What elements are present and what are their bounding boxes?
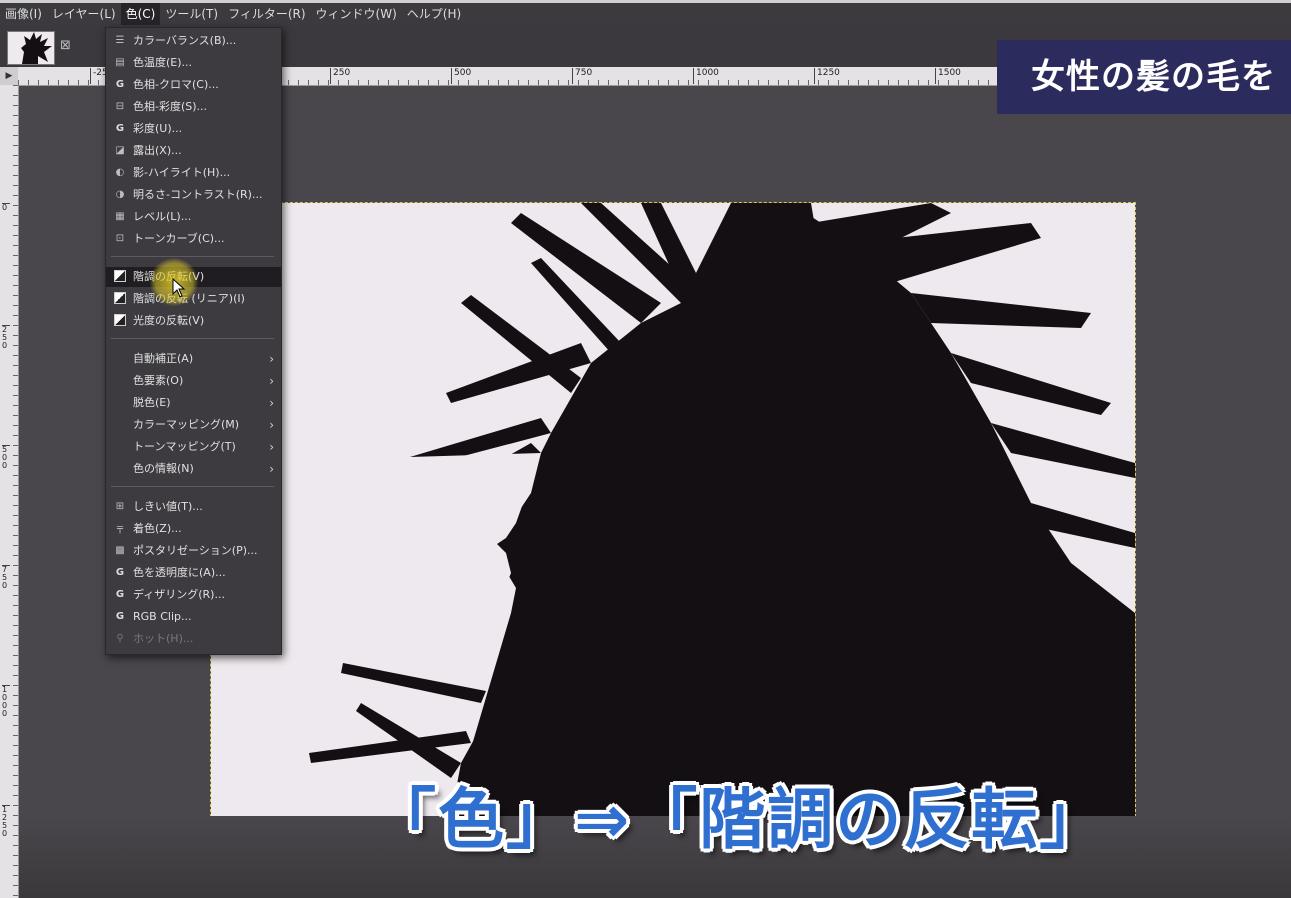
levels-icon: ▦ <box>115 211 125 222</box>
menu-item-color-mapping[interactable]: カラーマッピング(M) › <box>106 415 281 435</box>
title-banner: 女性の髪の毛を <box>997 40 1291 114</box>
contrast-icon: ◑ <box>115 189 125 200</box>
hair-silhouette <box>211 203 1135 816</box>
ruler-label: 750 <box>572 68 592 84</box>
menu-item-tone-mapping[interactable]: トーンマッピング(T) › <box>106 437 281 457</box>
gegl-icon: G <box>115 611 125 622</box>
ruler-label: 500 <box>2 445 10 470</box>
menu-separator <box>111 338 274 339</box>
menu-item-brightness-contrast[interactable]: ◑ 明るさ-コントラスト(R)... <box>106 185 281 205</box>
menu-item-hue-saturation[interactable]: ⊟ 色相-彩度(S)... <box>106 97 281 117</box>
menu-item-auto[interactable]: 自動補正(A) › <box>106 349 281 369</box>
menu-separator <box>111 256 274 257</box>
menu-tools[interactable]: ツール(T) <box>160 3 223 25</box>
ruler-label: 0 <box>2 203 10 212</box>
posterize-icon: ▩ <box>115 545 125 556</box>
tab-close-icon[interactable]: ⊠ <box>60 38 71 53</box>
menu-separator <box>111 486 274 487</box>
chevron-right-icon: › <box>269 374 274 388</box>
menu-item-exposure[interactable]: ◪ 露出(X)... <box>106 141 281 161</box>
ruler-label: 750 <box>2 565 10 590</box>
menu-item-components[interactable]: 色要素(O) › <box>106 371 281 391</box>
menu-item-curves[interactable]: ⊡ トーンカーブ(C)... <box>106 229 281 249</box>
ruler-label: 1000 <box>693 68 719 84</box>
image-tab-thumbnail[interactable] <box>7 31 55 65</box>
menu-image[interactable]: 画像(I) <box>0 3 47 25</box>
shadow-icon: ◐ <box>115 167 125 178</box>
menu-item-posterize[interactable]: ▩ ポスタリゼーション(P)... <box>106 541 281 561</box>
chevron-right-icon: › <box>269 462 274 476</box>
hue-saturation-icon: ⊟ <box>115 101 125 112</box>
menu-item-desaturate[interactable]: 脱色(E) › <box>106 393 281 413</box>
menu-item-rgb-clip[interactable]: G RGB Clip... <box>106 607 281 627</box>
menu-item-saturation[interactable]: G 彩度(U)... <box>106 119 281 139</box>
ruler-label: 1000 <box>2 685 10 718</box>
caption-overlay: 「色」⇒「階調の反転」 <box>370 781 1108 858</box>
ruler-label: 1250 <box>814 68 840 84</box>
chevron-right-icon: › <box>269 352 274 366</box>
menu-item-color-temperature[interactable]: ▤ 色温度(E)... <box>106 53 281 73</box>
gegl-icon: G <box>115 567 125 578</box>
menu-windows[interactable]: ウィンドウ(W) <box>311 3 402 25</box>
invert-icon <box>113 292 127 306</box>
chevron-right-icon: › <box>269 396 274 410</box>
menu-item-colorize[interactable]: ╤ 着色(Z)... <box>106 519 281 539</box>
menu-filters[interactable]: フィルター(R) <box>223 3 310 25</box>
colors-menu: ☰ カラーバランス(B)... ▤ 色温度(E)... G 色相-クロマ(C).… <box>105 27 282 655</box>
exposure-icon: ◪ <box>115 145 125 156</box>
vertical-ruler: 0 250 500 750 1000 1250 <box>0 85 19 898</box>
image-canvas[interactable] <box>210 202 1136 817</box>
curves-icon: ⊡ <box>115 233 125 244</box>
menu-item-threshold[interactable]: ⊞ しきい値(T)... <box>106 497 281 517</box>
ruler-label: 500 <box>451 68 471 84</box>
mouse-pointer-icon <box>172 278 186 298</box>
balance-icon: ☰ <box>115 35 125 46</box>
invert-icon <box>113 314 127 328</box>
menu-item-levels[interactable]: ▦ レベル(L)... <box>106 207 281 227</box>
ruler-label: 250 <box>2 325 10 350</box>
chevron-right-icon: › <box>269 418 274 432</box>
ruler-corner-button[interactable]: ▶ <box>0 67 18 86</box>
colorize-icon: ╤ <box>116 523 124 534</box>
menu-layer[interactable]: レイヤー(L) <box>47 3 121 25</box>
gegl-icon: G <box>115 589 125 600</box>
menu-item-color-balance[interactable]: ☰ カラーバランス(B)... <box>106 31 281 51</box>
invert-icon <box>113 270 127 284</box>
temperature-icon: ▤ <box>115 57 125 68</box>
ruler-label: 1250 <box>2 805 10 838</box>
menu-item-dither[interactable]: G ディザリング(R)... <box>106 585 281 605</box>
hot-icon: ⚲ <box>116 633 124 644</box>
menu-item-hot[interactable]: ⚲ ホット(H)... <box>106 629 281 649</box>
menu-item-color-to-alpha[interactable]: G 色を透明度に(A)... <box>106 563 281 583</box>
threshold-icon: ⊞ <box>115 501 125 512</box>
menubar: 画像(I) レイヤー(L) 色(C) ツール(T) フィルター(R) ウィンドウ… <box>0 3 1291 25</box>
menu-item-value-invert[interactable]: 光度の反転(V) <box>106 311 281 331</box>
menu-colors[interactable]: 色(C) <box>120 3 161 25</box>
menu-item-info[interactable]: 色の情報(N) › <box>106 459 281 479</box>
menu-item-shadows-highlights[interactable]: ◐ 影-ハイライト(H)... <box>106 163 281 183</box>
thumbnail-silhouette <box>21 32 52 64</box>
ruler-label: 1500 <box>935 68 961 84</box>
gegl-icon: G <box>115 123 125 134</box>
ruler-label: 250 <box>330 68 350 84</box>
gegl-icon: G <box>115 79 125 90</box>
menu-help[interactable]: ヘルプ(H) <box>402 3 466 25</box>
chevron-right-icon: › <box>269 440 274 454</box>
menu-item-hue-chroma[interactable]: G 色相-クロマ(C)... <box>106 75 281 95</box>
